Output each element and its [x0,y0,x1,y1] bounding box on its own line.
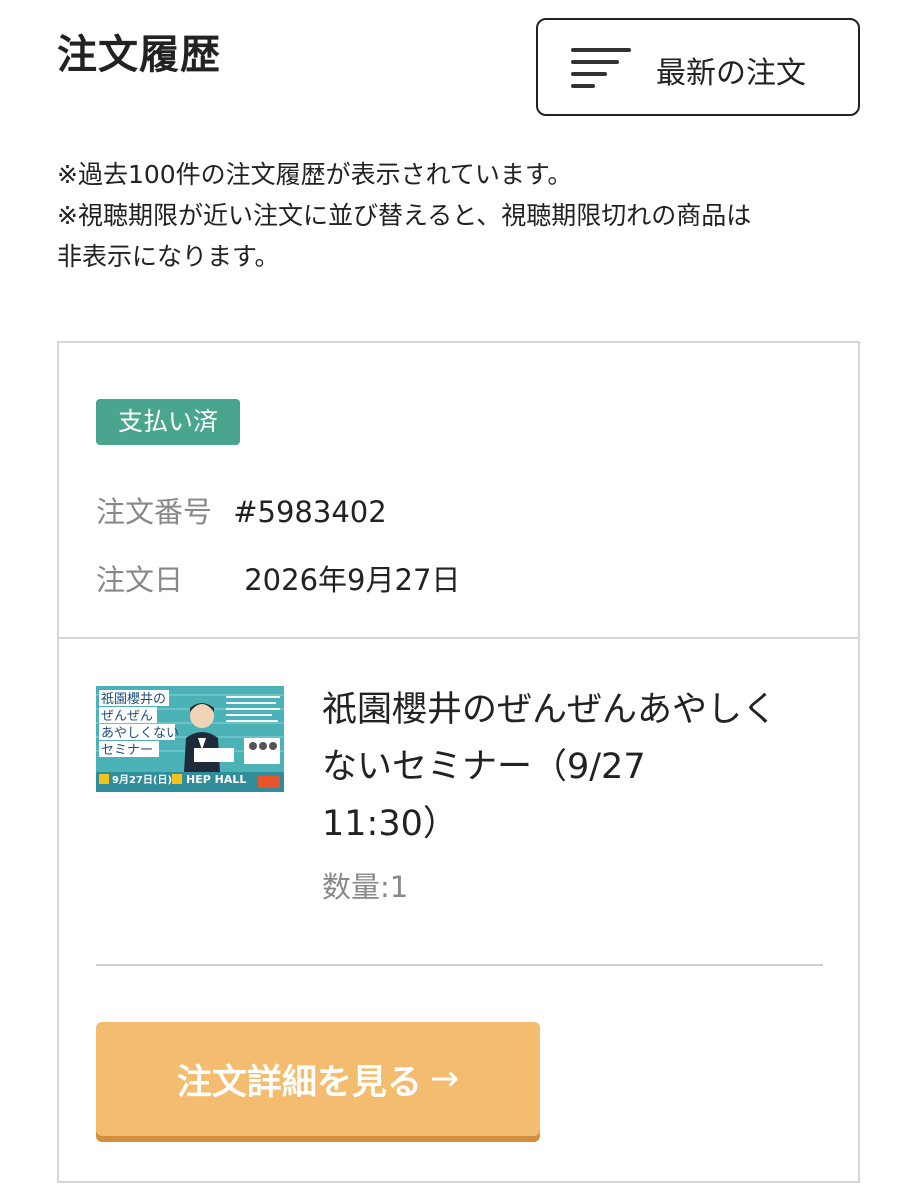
order-card: 支払い済 注文番号 #5983402 注文日 2026年9月27日 祇園櫻井の … [57,341,860,1183]
order-date: 2026年9月27日 [244,563,461,597]
product-name[interactable]: 祇園櫻井のぜんぜんあやしく ないセミナー（9/27 11:30） [322,682,822,853]
order-detail-button[interactable]: 注文詳細を見る → [96,1022,540,1136]
order-number-row: 注文番号 #5983402 [96,489,387,531]
page-title: 注文履歴 [57,32,221,78]
thumb-date: 9月27日(日) [112,774,172,786]
sort-label: 最新の注文 [656,56,806,91]
notice-text: ※過去100件の注文履歴が表示されています。 ※視聴期限が近い注文に並び替えると… [57,154,751,277]
notice-line: 非表示になります。 [57,242,280,271]
thumb-title-line: 祇園櫻井の [101,692,166,707]
product-quantity: 数量:1 [322,870,409,904]
order-number-label: 注文番号 [96,495,213,529]
order-detail-label: 注文詳細を見る [176,1062,422,1103]
thumb-venue: HEP HALL [186,773,246,786]
thumb-title-line: セミナー [101,743,153,758]
arrow-right-icon: → [429,1059,460,1099]
notice-line: ※過去100件の注文履歴が表示されています。 [57,160,573,189]
order-date-row: 注文日 2026年9月27日 [96,557,460,599]
order-date-label: 注文日 [96,563,184,597]
status-badge: 支払い済 [96,399,241,445]
product-name-line: ないセミナー（9/27 [322,747,646,787]
card-divider [59,637,858,639]
sort-button[interactable]: 最新の注文 [536,18,860,116]
product-name-line: 11:30） [322,804,458,844]
thumb-title-line: ぜんぜん [101,709,153,724]
product-name-line: 祇園櫻井のぜんぜんあやしく [322,690,778,730]
notice-line: ※視聴期限が近い注文に並び替えると、視聴期限切れの商品は [57,201,752,230]
section-divider [96,964,823,966]
order-number: #5983402 [233,495,387,529]
product-thumbnail[interactable]: 祇園櫻井の ぜんぜん あやしくない セミナー 9月27日(日) HEP HALL [96,686,284,792]
thumb-title-line: あやしくない [101,726,179,741]
sort-icon [571,48,631,88]
